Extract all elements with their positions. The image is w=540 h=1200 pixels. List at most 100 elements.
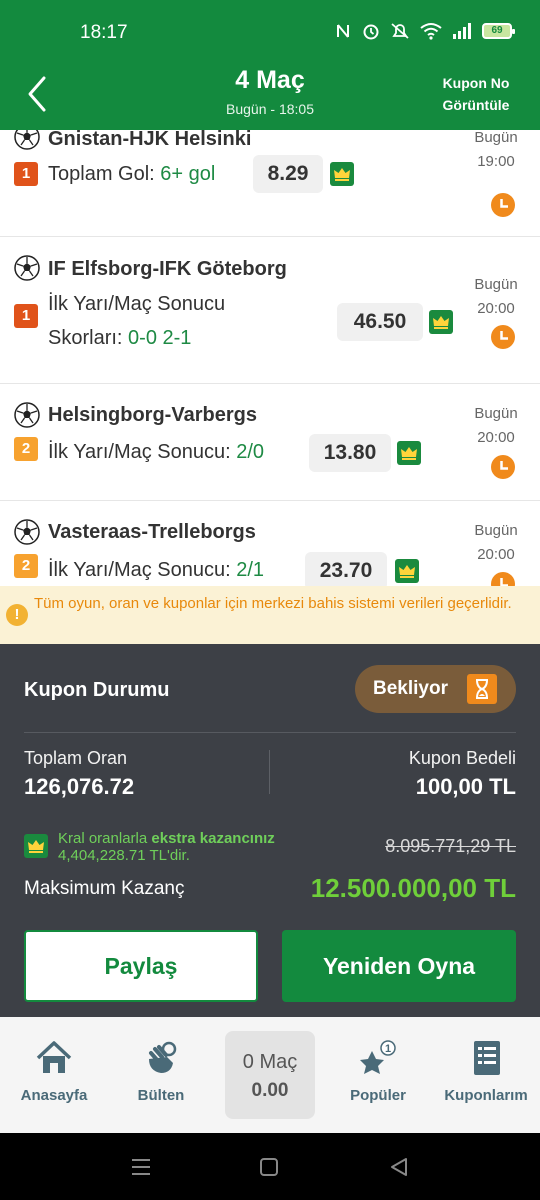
- app-header: 4 Maç Bugün - 18:05 Kupon No Görüntüle: [0, 62, 540, 130]
- back-nav-icon[interactable]: [389, 1157, 409, 1177]
- status-time: 18:17: [80, 22, 128, 43]
- match-day: Bugün: [474, 522, 518, 539]
- hourglass-icon: [467, 674, 497, 704]
- match-day: Bugün: [474, 405, 518, 422]
- match-row: IF Elfsborg-IFK Göteborg 1 İlk Yarı/Maç …: [0, 237, 540, 384]
- match-hour: 20:00: [477, 300, 515, 317]
- king-bonus-amount: 4,404,228.71 TL'dir.: [58, 847, 190, 864]
- king-odds-badge: [330, 162, 354, 186]
- crown-icon: [28, 840, 44, 853]
- status-bar: 18:17 69: [0, 0, 540, 62]
- bet-description: Toplam Gol: 6+ gol: [48, 157, 215, 191]
- mbs-badge: 1: [14, 304, 38, 328]
- replay-button[interactable]: Yeniden Oyna: [282, 930, 516, 1002]
- match-list[interactable]: Gnistan-HJK Helsinki 1 Toplam Gol: 6+ go…: [0, 130, 540, 586]
- crown-icon: [399, 565, 415, 578]
- popular-star-icon: 1: [360, 1040, 396, 1074]
- clock-icon: [491, 193, 515, 217]
- match-row: Gnistan-HJK Helsinki 1 Toplam Gol: 6+ go…: [0, 130, 540, 237]
- coupon-basket-button[interactable]: 0 Maç 0.00: [225, 1031, 315, 1119]
- odd-value: 23.70: [305, 552, 387, 586]
- view-coupon-no-button[interactable]: Kupon No Görüntüle: [436, 72, 516, 116]
- basket-match-count: 0 Maç: [242, 1051, 298, 1073]
- match-hour: 20:00: [477, 546, 515, 563]
- match-hour: 20:00: [477, 429, 515, 446]
- hand-ball-icon: [149, 1041, 177, 1073]
- popular-badge: 1: [385, 1043, 391, 1055]
- match-day: Bugün: [474, 276, 518, 293]
- match-hour: 19:00: [477, 153, 515, 170]
- bet-selection: 6+ gol: [160, 163, 216, 185]
- coupon-status-value: Bekliyor: [373, 678, 448, 699]
- bet-market: İlk Yarı/Maç Sonucu:: [48, 559, 231, 581]
- total-odds-value: 126,076.72: [24, 774, 135, 799]
- coupon-no-action: Görüntüle: [442, 97, 510, 113]
- bet-market: Toplam Gol:: [48, 163, 155, 185]
- crown-icon: [334, 168, 350, 181]
- football-icon: [14, 519, 40, 545]
- nav-popular[interactable]: 1 Popüler: [328, 1039, 428, 1104]
- football-icon: [14, 402, 40, 428]
- match-time: Bugün 20:00: [466, 519, 526, 567]
- alarm-icon: [363, 24, 379, 40]
- clock-icon: [491, 325, 515, 349]
- home-icon: [36, 1041, 72, 1073]
- match-teams: Helsingborg-Varbergs: [48, 404, 257, 426]
- coupon-status-badge: Bekliyor: [355, 665, 516, 713]
- info-text: Tüm oyun, oran ve kuponlar için merkezi …: [34, 595, 512, 612]
- match-teams: Gnistan-HJK Helsinki: [48, 130, 252, 150]
- total-odds-label: Toplam Oran: [24, 748, 128, 768]
- king-bonus-prefix: Kral oranlarla: [58, 830, 152, 847]
- crown-icon: [401, 447, 417, 460]
- football-icon: [14, 255, 40, 281]
- max-win-value: 12.500.000,00 TL: [310, 873, 516, 903]
- king-odds-badge: [429, 310, 453, 334]
- crown-icon: [433, 316, 449, 329]
- nav-home-label: Anasayfa: [20, 1087, 88, 1104]
- coupon-no-label: Kupon No: [442, 75, 510, 91]
- king-odds-badge: [397, 441, 421, 465]
- nfc-icon: [337, 24, 349, 38]
- basket-odds: 0.00: [251, 1080, 289, 1101]
- match-teams: IF Elfsborg-IFK Göteborg: [48, 258, 287, 280]
- mute-icon: [391, 23, 409, 39]
- bet-selection: 2/1: [236, 559, 265, 581]
- home-nav-icon[interactable]: [259, 1157, 279, 1177]
- bet-description: İlk Yarı/Maç Sonucu: 2/0: [48, 435, 264, 469]
- system-nav-bar: [0, 1133, 540, 1200]
- match-row: Vasteraas-Trelleborgs 2 İlk Yarı/Maç Son…: [0, 501, 540, 586]
- nav-my-coupons[interactable]: Kuponlarım: [436, 1039, 536, 1104]
- stake-value: 100,00 TL: [415, 774, 516, 799]
- football-icon: [14, 130, 40, 150]
- bet-description: İlk Yarı/Maç Sonucu Skorları: 0-0 2-1: [48, 287, 225, 355]
- nav-bulletin[interactable]: Bülten: [111, 1039, 211, 1104]
- share-button[interactable]: Paylaş: [24, 930, 258, 1002]
- king-bonus-text: Kral oranlarla ekstra kazancınız 4,404,2…: [58, 830, 318, 864]
- match-time: Bugün 19:00: [466, 130, 526, 174]
- odd-value: 8.29: [253, 155, 323, 193]
- odd-value: 13.80: [309, 434, 391, 472]
- max-win-label: Maksimum Kazanç: [24, 878, 185, 899]
- bet-market: İlk Yarı/Maç Sonucu: [48, 293, 226, 315]
- match-day: Bugün: [474, 130, 518, 146]
- warning-icon: !: [6, 604, 28, 626]
- divider: [269, 750, 270, 794]
- nav-home[interactable]: Anasayfa: [4, 1039, 104, 1104]
- nav-bulletin-label: Bülten: [137, 1087, 185, 1104]
- match-teams: Vasteraas-Trelleborgs: [48, 521, 256, 543]
- original-win-value: 8.095.771,29 TL: [385, 836, 516, 856]
- king-odds-badge: [24, 834, 48, 858]
- stake-label: Kupon Bedeli: [408, 748, 516, 768]
- nav-my-coupons-label: Kuponlarım: [444, 1087, 528, 1104]
- coupon-status-title: Kupon Durumu: [24, 679, 170, 701]
- nav-popular-label: Popüler: [350, 1087, 406, 1104]
- mbs-badge: 2: [14, 437, 38, 461]
- signal-icon: [453, 23, 471, 39]
- bottom-nav: Anasayfa Bülten 0 Maç 0.00 1 Popüler Kup…: [0, 1017, 540, 1133]
- king-odds-badge: [395, 559, 419, 583]
- status-icons: 69: [336, 22, 515, 40]
- clock-icon: [491, 572, 515, 586]
- match-time: Bugün 20:00: [466, 273, 526, 321]
- bet-description: İlk Yarı/Maç Sonucu: 2/1: [48, 553, 264, 586]
- recents-icon[interactable]: [130, 1157, 152, 1177]
